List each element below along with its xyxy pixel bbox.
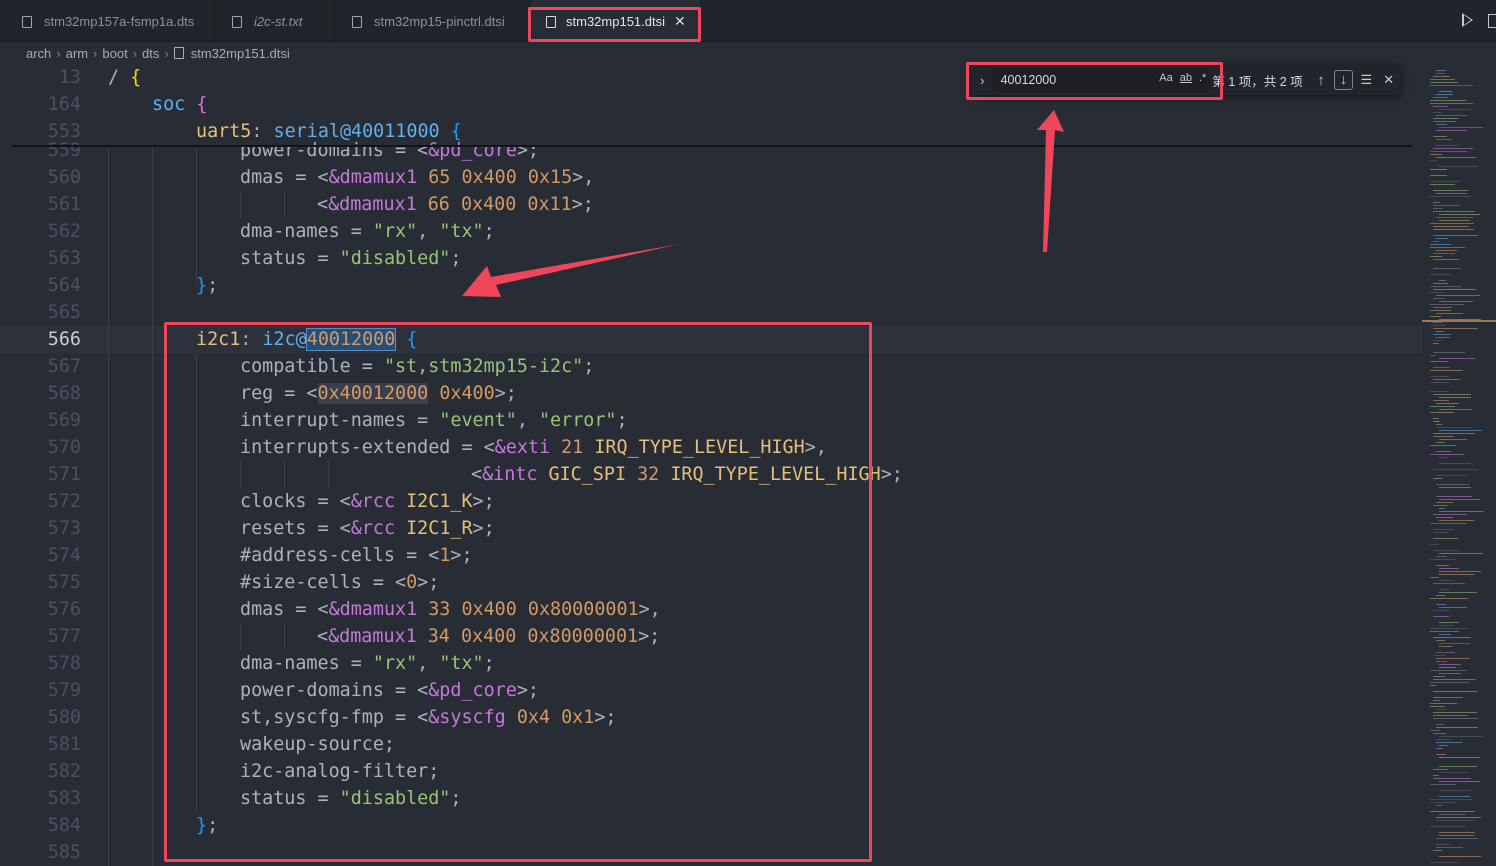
annotation-arrows xyxy=(462,110,1064,297)
annotation-arrow-up xyxy=(1037,110,1064,252)
annotation-arrow-left xyxy=(462,244,680,297)
